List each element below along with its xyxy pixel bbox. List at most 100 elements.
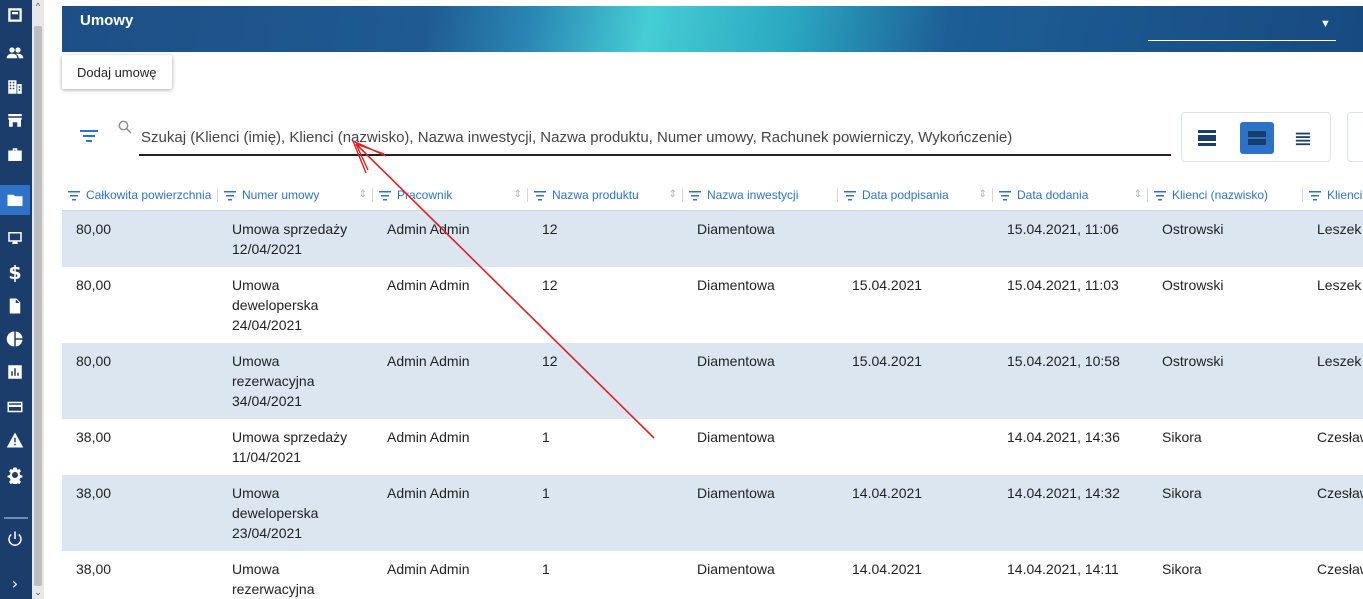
table-cell: Admin Admin	[387, 484, 470, 501]
table-cell: Admin Admin	[387, 428, 470, 445]
table-cell: Diamentowa	[697, 484, 775, 501]
sidebar-divider	[4, 517, 28, 519]
table-cell: 1	[542, 560, 550, 577]
header-dropdown[interactable]	[1148, 40, 1336, 41]
table-cell: 15.04.2021, 11:06	[1007, 220, 1119, 237]
warning-icon[interactable]	[0, 425, 30, 455]
bar-chart-icon[interactable]	[0, 357, 30, 387]
table-row[interactable]: 38,00 Umowa rezerwacyjna 33/04/2021 Admin …	[62, 551, 1363, 599]
table-cell: Czesław	[1317, 484, 1363, 501]
building-icon[interactable]	[0, 72, 30, 102]
expand-icon[interactable]: ›	[0, 568, 30, 598]
dashboard-icon[interactable]	[0, 0, 30, 30]
sort-icon[interactable]: ⇕	[514, 189, 522, 200]
sort-icon[interactable]: ⇕	[979, 189, 987, 200]
column-header[interactable]: Pracownik ⇕	[373, 180, 528, 211]
briefcase-icon[interactable]	[0, 140, 30, 170]
sidebar: $ › ^ ⌄	[0, 0, 44, 599]
gear-icon[interactable]	[0, 460, 30, 490]
filter-icon[interactable]	[80, 128, 98, 144]
contracts-table: Całkowita powierzchnia Numer umowy ⇕ Prac…	[62, 180, 1363, 599]
table-row[interactable]: 38,00 Umowa sprzedaży 11/04/2021 Admin Adm…	[62, 419, 1363, 475]
filter-icon[interactable]	[379, 190, 391, 201]
column-header-label: Numer umowy	[242, 187, 320, 202]
table-row[interactable]: 80,00 Umowa sprzedaży 12/04/2021 Admin Adm…	[62, 210, 1363, 267]
folder-icon[interactable]	[0, 185, 30, 215]
top-strip	[62, 0, 1363, 6]
filter-icon[interactable]	[534, 190, 546, 201]
table-cell: Czesław	[1317, 428, 1363, 445]
chevron-down-icon[interactable]: ▼	[1320, 18, 1331, 30]
table-row[interactable]: 80,00 Umowa deweloperska 24/04/2021 Admin …	[62, 267, 1363, 343]
filter-icon[interactable]	[844, 190, 856, 201]
view-compact-button[interactable]	[1190, 122, 1224, 154]
search-row: Szukaj (Klienci (imię), Klienci (nazwisk…	[62, 96, 1363, 180]
table-cell: Leszek	[1317, 276, 1362, 293]
table-cell: 38,00	[76, 560, 112, 577]
sidebar-scrollbar[interactable]: ^ ⌄	[32, 0, 44, 599]
more-button[interactable]	[1347, 112, 1363, 162]
view-list-icon	[1295, 132, 1311, 146]
column-header[interactable]: Nazwa inwestycji	[683, 180, 838, 211]
column-header-label: Data dodania	[1017, 187, 1089, 202]
power-icon[interactable]	[0, 524, 30, 554]
filter-icon[interactable]	[999, 190, 1011, 201]
column-header[interactable]: Nazwa produktu ⇕	[528, 180, 683, 211]
table-cell: 15.04.2021, 10:58	[1007, 352, 1120, 369]
add-contract-button[interactable]: Dodaj umowę	[62, 55, 172, 89]
column-header[interactable]: Klienci (imię)	[1303, 180, 1363, 211]
column-header[interactable]: Klienci (nazwisko)	[1148, 180, 1303, 211]
search-underline	[139, 154, 1171, 156]
table-cell: Umowa sprzedaży 11/04/2021	[232, 428, 348, 465]
table-cell: Diamentowa	[697, 352, 775, 369]
sort-icon[interactable]: ⇕	[1134, 189, 1142, 200]
table-cell: Czesław	[1317, 560, 1363, 577]
store-icon[interactable]	[0, 105, 30, 135]
filter-icon[interactable]	[68, 190, 80, 201]
sort-icon[interactable]: ⇕	[359, 189, 367, 200]
table-cell: Sikora	[1162, 428, 1202, 445]
table-cell: 14.04.2021, 14:11	[1007, 560, 1119, 577]
scroll-thumb[interactable]	[34, 26, 42, 586]
table-cell: 14.04.2021, 14:36	[1007, 428, 1120, 445]
card-icon[interactable]	[0, 392, 30, 422]
table-cell: Leszek	[1317, 220, 1362, 237]
search-input[interactable]: Szukaj (Klienci (imię), Klienci (nazwisk…	[141, 129, 1012, 146]
table-cell: Umowa sprzedaży 12/04/2021	[232, 220, 348, 257]
dollar-icon[interactable]: $	[0, 258, 30, 288]
table-cell: 12	[542, 352, 558, 369]
column-header[interactable]: Całkowita powierzchnia	[62, 180, 218, 211]
table-cell: Ostrowski	[1162, 276, 1224, 293]
column-header-label: Data podpisania	[862, 187, 949, 202]
sort-icon[interactable]: ⇕	[669, 189, 677, 200]
scroll-up-icon[interactable]: ^	[32, 0, 44, 12]
table-cell: 14.04.2021, 14:32	[1007, 484, 1120, 501]
table-row[interactable]: 38,00 Umowa deweloperska 23/04/2021 Admin …	[62, 474, 1363, 551]
table-cell: 38,00	[76, 484, 112, 501]
column-header-label: Pracownik	[397, 187, 453, 202]
column-header-label: Klienci (nazwisko)	[1172, 187, 1269, 202]
view-medium-button[interactable]	[1240, 122, 1274, 154]
table-cell: Admin Admin	[387, 560, 470, 577]
table-cell: 80,00	[76, 276, 112, 293]
column-header[interactable]: Data podpisania ⇕	[838, 180, 993, 211]
filter-icon[interactable]	[224, 190, 236, 201]
filter-icon[interactable]	[1154, 190, 1166, 201]
table-cell: Sikora	[1162, 560, 1202, 577]
view-list-button[interactable]	[1286, 122, 1320, 154]
table-cell: 15.04.2021	[852, 352, 923, 369]
pie-chart-icon[interactable]	[0, 324, 30, 354]
table-cell: Umowa rezerwacyjna 34/04/2021	[232, 352, 315, 409]
column-header[interactable]: Data dodania ⇕	[993, 180, 1148, 211]
filter-icon[interactable]	[1309, 190, 1321, 201]
column-header[interactable]: Numer umowy ⇕	[218, 180, 373, 211]
people-icon[interactable]	[0, 38, 30, 68]
document-icon[interactable]	[0, 291, 30, 321]
monitor-icon[interactable]	[0, 223, 30, 253]
table-row[interactable]: 80,00 Umowa rezerwacyjna 34/04/2021 Admin …	[62, 342, 1363, 419]
table-cell: 14.04.2021	[852, 560, 923, 577]
scroll-down-icon[interactable]: ⌄	[32, 586, 44, 598]
filter-icon[interactable]	[689, 190, 701, 201]
page-header: Umowy ▼	[62, 0, 1363, 52]
table-cell: 14.04.2021	[852, 484, 923, 501]
